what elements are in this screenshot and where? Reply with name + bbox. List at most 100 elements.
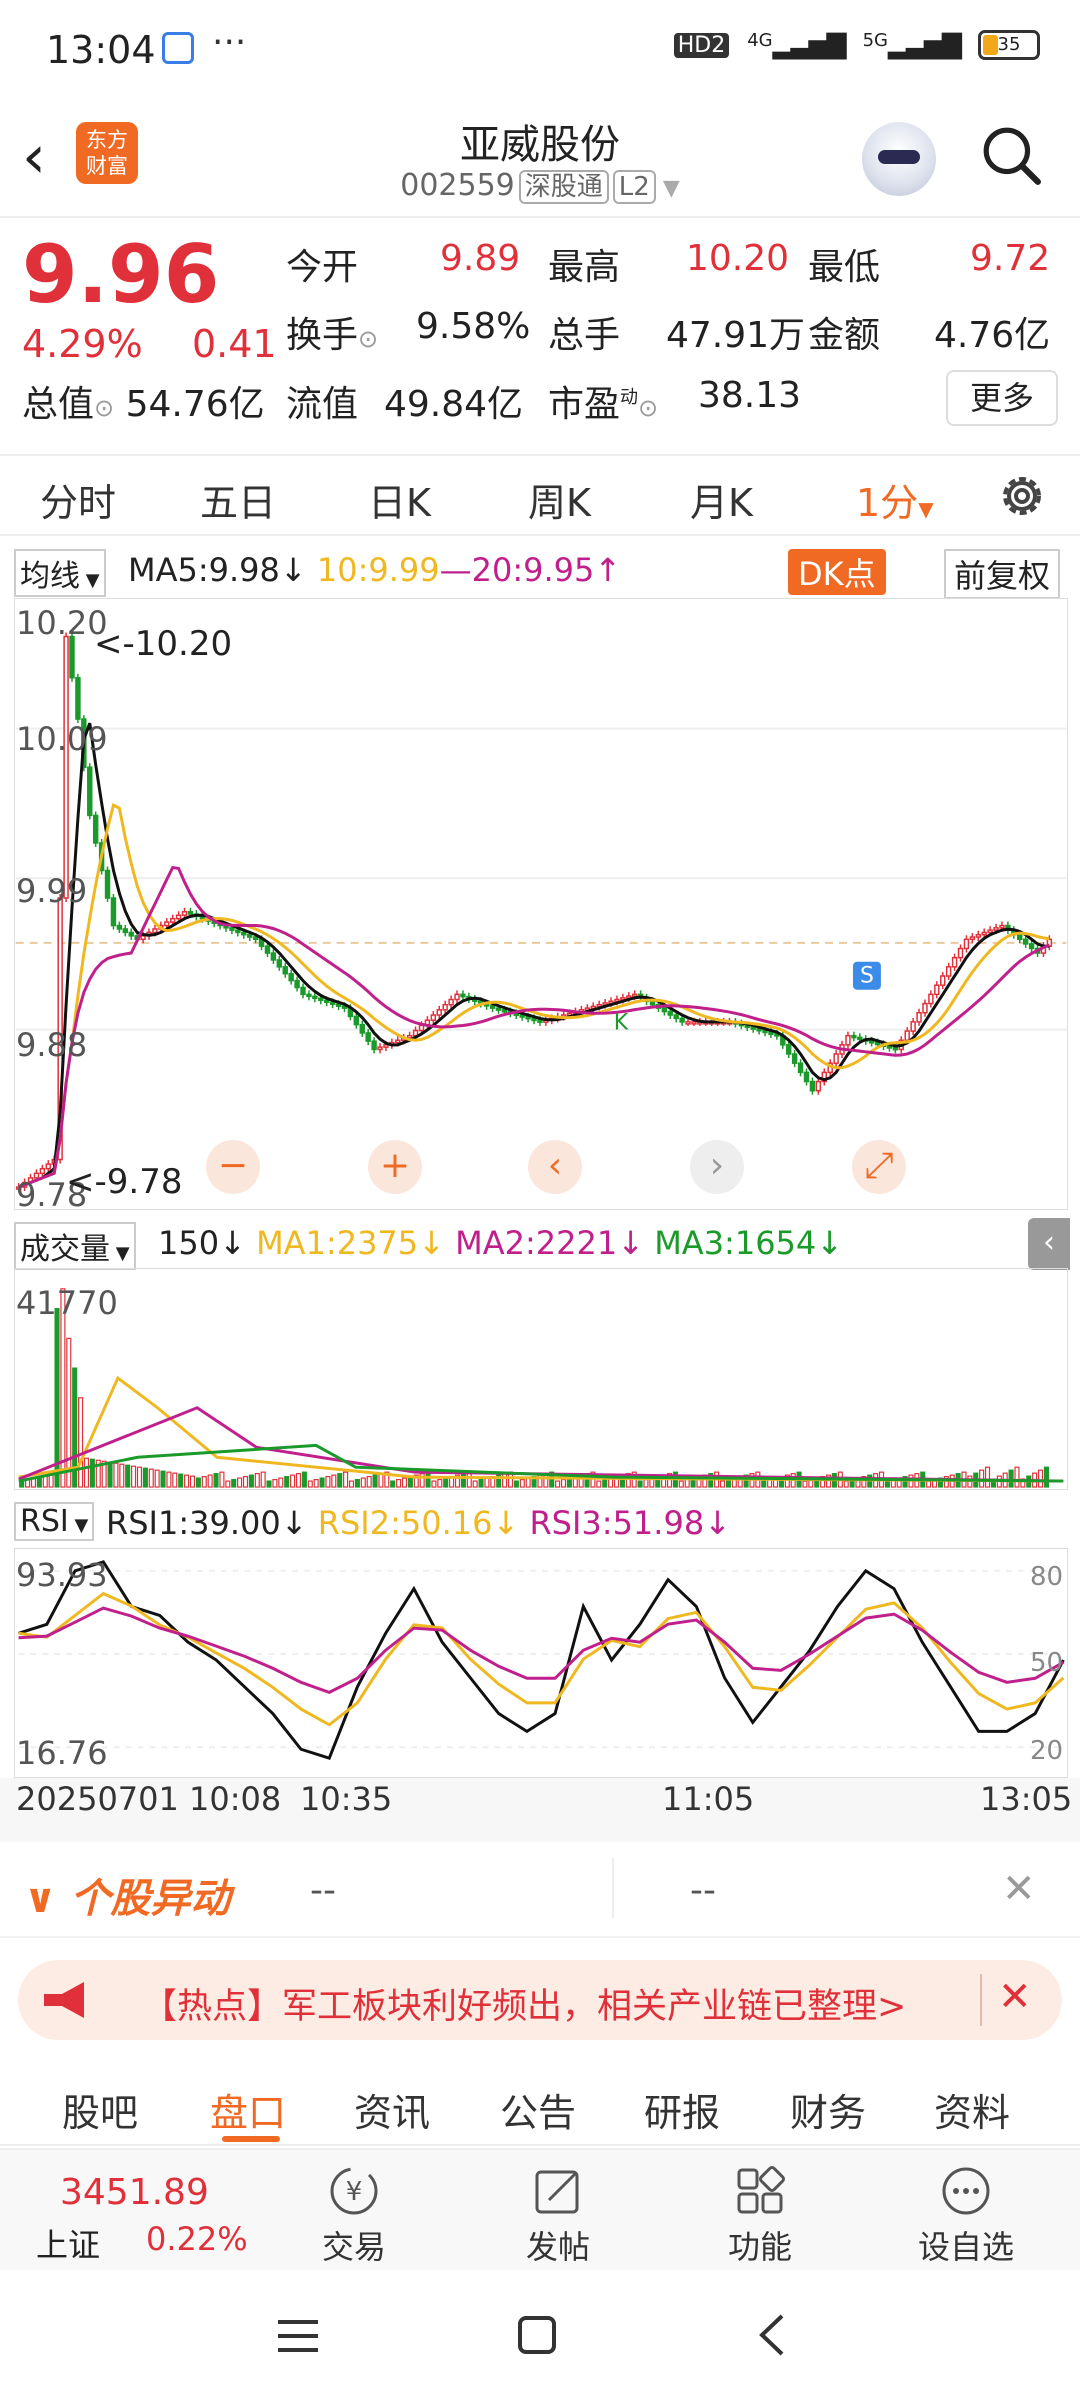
scroll-left-button[interactable]: ‹ — [528, 1140, 582, 1194]
volume-bar — [290, 1474, 296, 1488]
level2-tag: L2 — [612, 170, 656, 204]
volume-bar — [260, 1471, 266, 1488]
abnormal-movement-bar: ∨ 个股异动 -- -- ✕ — [0, 1848, 1080, 1938]
candle — [365, 1032, 371, 1042]
dk-point-button[interactable]: DK点 — [788, 549, 886, 595]
tab-research[interactable]: 研报 — [644, 2082, 720, 2137]
max-price-marker: <-10.20 — [94, 624, 233, 664]
rsi-level-label: 20 — [1030, 1736, 1064, 1766]
candle — [359, 1023, 365, 1034]
ma-selector[interactable]: 均线 ▼ — [14, 549, 106, 597]
volume-bar — [719, 1480, 726, 1488]
tab-pankou[interactable]: 盘口 — [210, 2082, 286, 2137]
volume-bar — [166, 1471, 172, 1488]
tab-five-day[interactable]: 五日 — [200, 472, 276, 527]
search-icon[interactable] — [980, 124, 1042, 186]
volume-bar — [83, 1457, 90, 1488]
change-percent: 4.29% — [22, 322, 143, 366]
candle — [685, 1021, 691, 1025]
tab-profile[interactable]: 资料 — [934, 2082, 1010, 2137]
volume-selector[interactable]: 成交量 ▼ — [14, 1222, 136, 1270]
volume-ma-line — [18, 1406, 1064, 1483]
open-label: 今开 — [286, 247, 359, 288]
home-icon[interactable] — [516, 2314, 558, 2356]
zoom-out-button[interactable]: − — [206, 1140, 260, 1194]
volume-bar — [284, 1476, 290, 1488]
volume-bar — [596, 1480, 602, 1488]
volume-bar — [231, 1478, 237, 1488]
candle — [377, 1046, 383, 1051]
more-button[interactable]: 更多 — [946, 370, 1058, 426]
volume-bar — [148, 1468, 154, 1488]
bottom-toolbar: 3451.89 上证 0.22% ¥ 交易 发帖 功能 设自选 — [0, 2148, 1080, 2270]
volume-bar — [142, 1467, 148, 1488]
candle — [501, 1009, 508, 1013]
candle — [406, 1034, 413, 1039]
tab-daily-k[interactable]: 日K — [368, 472, 431, 527]
candle — [1017, 933, 1023, 941]
candle — [264, 945, 271, 954]
tab-news[interactable]: 资讯 — [354, 2082, 430, 2137]
abnormal-movement-title[interactable]: ∨ 个股异动 — [24, 1866, 230, 1924]
candle — [353, 1015, 360, 1026]
close-icon[interactable]: ✕ — [1002, 1866, 1036, 1912]
tab-weekly-k[interactable]: 周K — [528, 472, 591, 527]
rsi-selector[interactable]: RSI ▼ — [14, 1502, 95, 1541]
volume-bar — [478, 1478, 484, 1488]
tab-1min[interactable]: 1分▼ — [856, 472, 934, 527]
candle — [104, 869, 111, 899]
volume-bar — [237, 1477, 243, 1488]
zoom-in-button[interactable]: + — [368, 1140, 422, 1194]
content-tabs: 股吧 盘口 资讯 公告 研报 财务 资料 — [0, 2066, 1080, 2146]
trade-button[interactable]: ¥ 交易 — [294, 2164, 414, 2268]
status-bar: 13:04 ··· HD2 4G▂▃▅▇ 5G▂▃▅▇ 35 — [0, 0, 1080, 100]
rsi-indicator-bar: RSI ▼ RSI1:39.00↓ RSI2:50.16↓ RSI3:51.98… — [0, 1498, 1080, 1548]
candle — [892, 1046, 899, 1051]
abnormal-value: -- — [690, 1870, 716, 1911]
ai-robot-avatar[interactable] — [862, 122, 936, 196]
scroll-right-button[interactable]: › — [690, 1140, 744, 1194]
amount-label: 金额 — [808, 315, 881, 356]
volume-bar — [89, 1458, 95, 1488]
candle — [963, 938, 970, 950]
status-icons: HD2 4G▂▃▅▇ 5G▂▃▅▇ 35 — [673, 30, 1040, 60]
megaphone-icon — [44, 1982, 84, 2018]
candlestick-chart[interactable]: SK — [14, 598, 1068, 1210]
post-button[interactable]: 发帖 — [498, 2164, 618, 2268]
volume-bar — [343, 1471, 349, 1488]
volume-bar — [225, 1480, 231, 1488]
open-value: 9.89 — [440, 238, 521, 279]
index-value[interactable]: 3451.89 — [60, 2172, 209, 2213]
volume-bar — [125, 1464, 131, 1488]
tab-intraday[interactable]: 分时 — [40, 472, 116, 527]
expand-icon[interactable]: ⤢ — [852, 1140, 906, 1194]
add-watchlist-button[interactable]: 设自选 — [906, 2164, 1026, 2268]
volume-bar — [201, 1476, 207, 1488]
collapse-panel-button[interactable]: ‹ — [1028, 1218, 1070, 1270]
candle — [442, 1003, 448, 1011]
adjust-button[interactable]: 前复权 — [944, 549, 1061, 599]
tab-guba[interactable]: 股吧 — [62, 2082, 138, 2137]
candle — [999, 924, 1005, 929]
candle — [276, 959, 283, 968]
hot-news-text: 【热点】军工板块利好频出，相关产业链已整理> — [142, 1987, 907, 2027]
ma-values: MA5:9.98↓ 10:9.99—20:9.95↑ — [128, 551, 622, 589]
volume-bar — [984, 1466, 991, 1488]
candle — [768, 1031, 774, 1035]
sell-marker-label: S — [860, 964, 874, 989]
tab-announcements[interactable]: 公告 — [500, 2082, 576, 2137]
menu-icon[interactable] — [276, 2316, 320, 2356]
divider — [612, 1858, 614, 1918]
functions-button[interactable]: 功能 — [700, 2164, 820, 2268]
gear-icon[interactable] — [996, 470, 1048, 522]
volume-bar — [354, 1478, 360, 1488]
tab-monthly-k[interactable]: 月K — [690, 472, 753, 527]
turnover-value: 9.58% — [416, 306, 531, 347]
hot-news-banner[interactable]: 【热点】军工板块利好频出，相关产业链已整理> ✕ — [18, 1960, 1062, 2040]
back-nav-icon[interactable] — [756, 2312, 786, 2358]
tab-finance[interactable]: 财务 — [790, 2082, 866, 2137]
index-change: 0.22% — [146, 2220, 248, 2258]
candle — [187, 911, 194, 915]
volume-bar — [337, 1473, 343, 1488]
close-icon[interactable]: ✕ — [998, 1974, 1032, 2020]
